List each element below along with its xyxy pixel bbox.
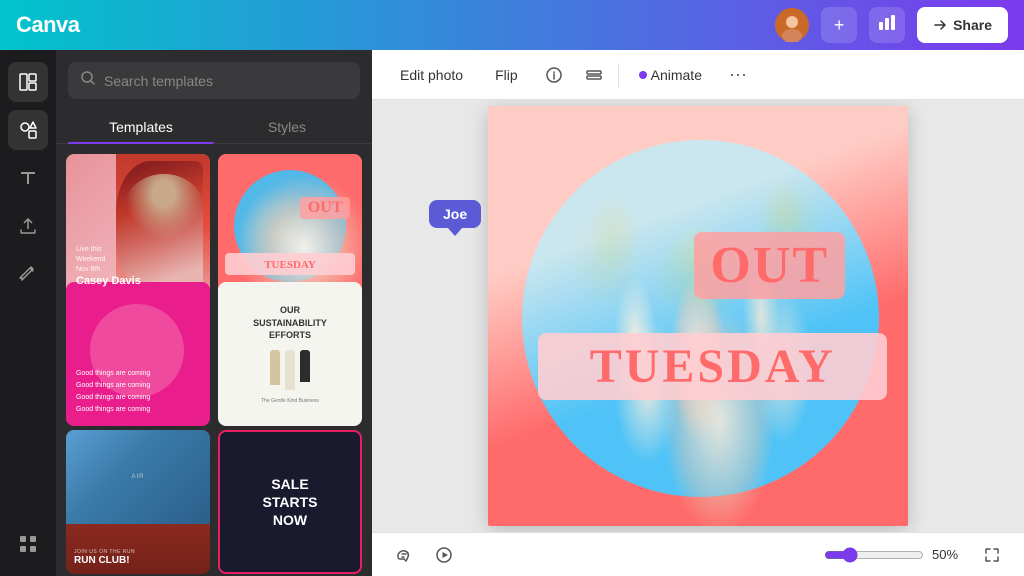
toolbar: Edit photo Flip Animate ···	[372, 50, 1024, 100]
canvas-tuesday-badge: TUESDAY	[538, 333, 887, 400]
bottom-bar: 50%	[372, 532, 1024, 576]
search-input-wrap	[68, 62, 360, 99]
edit-photo-button[interactable]: Edit photo	[388, 61, 475, 89]
animate-label: Animate	[651, 67, 702, 83]
template-card-casey[interactable]: Live thisWeekendNov 8th Casey Davis	[66, 154, 210, 298]
left-panel: Templates Styles Live thisWeekendNov 8th…	[56, 50, 372, 576]
sidebar-item-layout[interactable]	[8, 62, 48, 102]
chart-icon	[878, 14, 896, 37]
canvas-area: Joe OUT TUESDAY	[372, 100, 1024, 532]
sidebar-item-draw[interactable]	[8, 254, 48, 294]
t6-sale-text: SALESTARTSNOW	[263, 475, 318, 530]
stats-button[interactable]	[869, 7, 905, 43]
tab-templates[interactable]: Templates	[68, 111, 214, 143]
t4-subtitle: The Gentle Kind Business	[261, 398, 319, 404]
canvas-out-badge: OUT	[694, 232, 845, 299]
navbar: Canva + Share	[0, 0, 1024, 50]
t3-line3: Good things are coming	[76, 392, 200, 404]
share-label: Share	[953, 17, 992, 33]
play-button[interactable]	[428, 539, 460, 571]
flower-detail-overlay	[488, 106, 908, 526]
info-button[interactable]	[538, 59, 570, 91]
format-button[interactable]	[578, 59, 610, 91]
canvas-out-text: OUT	[710, 237, 829, 294]
edit-photo-label: Edit photo	[400, 67, 463, 83]
t3-line1: Good things are coming	[76, 368, 200, 380]
search-icon	[80, 70, 96, 91]
sidebar-item-elements[interactable]	[8, 110, 48, 150]
plus-icon: +	[834, 15, 845, 36]
template-card-goodthings[interactable]: Good things are coming Good things are c…	[66, 282, 210, 426]
t3-line4: Good things are coming	[76, 404, 200, 416]
canvas-tuesday-text: TUESDAY	[590, 339, 836, 394]
design-canvas[interactable]: OUT TUESDAY	[488, 106, 908, 526]
search-bar	[56, 50, 372, 99]
flip-button[interactable]: Flip	[483, 61, 530, 89]
t4-title: OURSUSTAINABILITYEFFORTS	[253, 304, 327, 342]
zoom-value: 50%	[932, 547, 968, 562]
t2-tuesday-text: TUESDAY	[264, 259, 316, 271]
flip-label: Flip	[495, 67, 518, 83]
sidebar-item-text[interactable]	[8, 158, 48, 198]
collaborator-tooltip: Joe	[429, 200, 481, 228]
t3-line2: Good things are coming	[76, 380, 200, 392]
sidebar-item-apps[interactable]	[8, 524, 48, 564]
zoom-slider[interactable]	[824, 547, 924, 563]
toolbar-divider	[618, 63, 619, 87]
templates-grid: Live thisWeekendNov 8th Casey Davis OUT …	[56, 144, 372, 576]
tabs: Templates Styles	[56, 99, 372, 144]
canva-logo: Canva	[16, 12, 80, 38]
t2-out-text: OUT	[308, 199, 343, 216]
sidebar-icons	[0, 50, 56, 576]
casey-davis-name: Casey Davis	[76, 275, 141, 288]
template-card-sale[interactable]: SALESTARTSNOW	[218, 430, 362, 574]
t5-club-name: RUN CLUB!	[74, 555, 202, 566]
more-icon: ···	[729, 64, 747, 85]
template-card-runclub[interactable]: AIR JOIN US ON THE RUN RUN CLUB!	[66, 430, 210, 574]
template-card-tuesday[interactable]: OUT TUESDAY	[218, 154, 362, 298]
animate-dot	[639, 71, 647, 79]
collaborator-name: Joe	[443, 206, 467, 222]
avatar[interactable]	[775, 8, 809, 42]
add-button[interactable]: +	[821, 7, 857, 43]
more-button[interactable]: ···	[722, 59, 754, 91]
sidebar-item-upload[interactable]	[8, 206, 48, 246]
tab-styles[interactable]: Styles	[214, 111, 360, 143]
share-button[interactable]: Share	[917, 7, 1008, 43]
template-card-sustainability[interactable]: OURSUSTAINABILITYEFFORTS The Gentle Kind…	[218, 282, 362, 426]
search-input[interactable]	[104, 73, 348, 89]
animate-button[interactable]: Animate	[627, 61, 714, 89]
fullscreen-button[interactable]	[976, 539, 1008, 571]
notes-button[interactable]	[388, 539, 420, 571]
